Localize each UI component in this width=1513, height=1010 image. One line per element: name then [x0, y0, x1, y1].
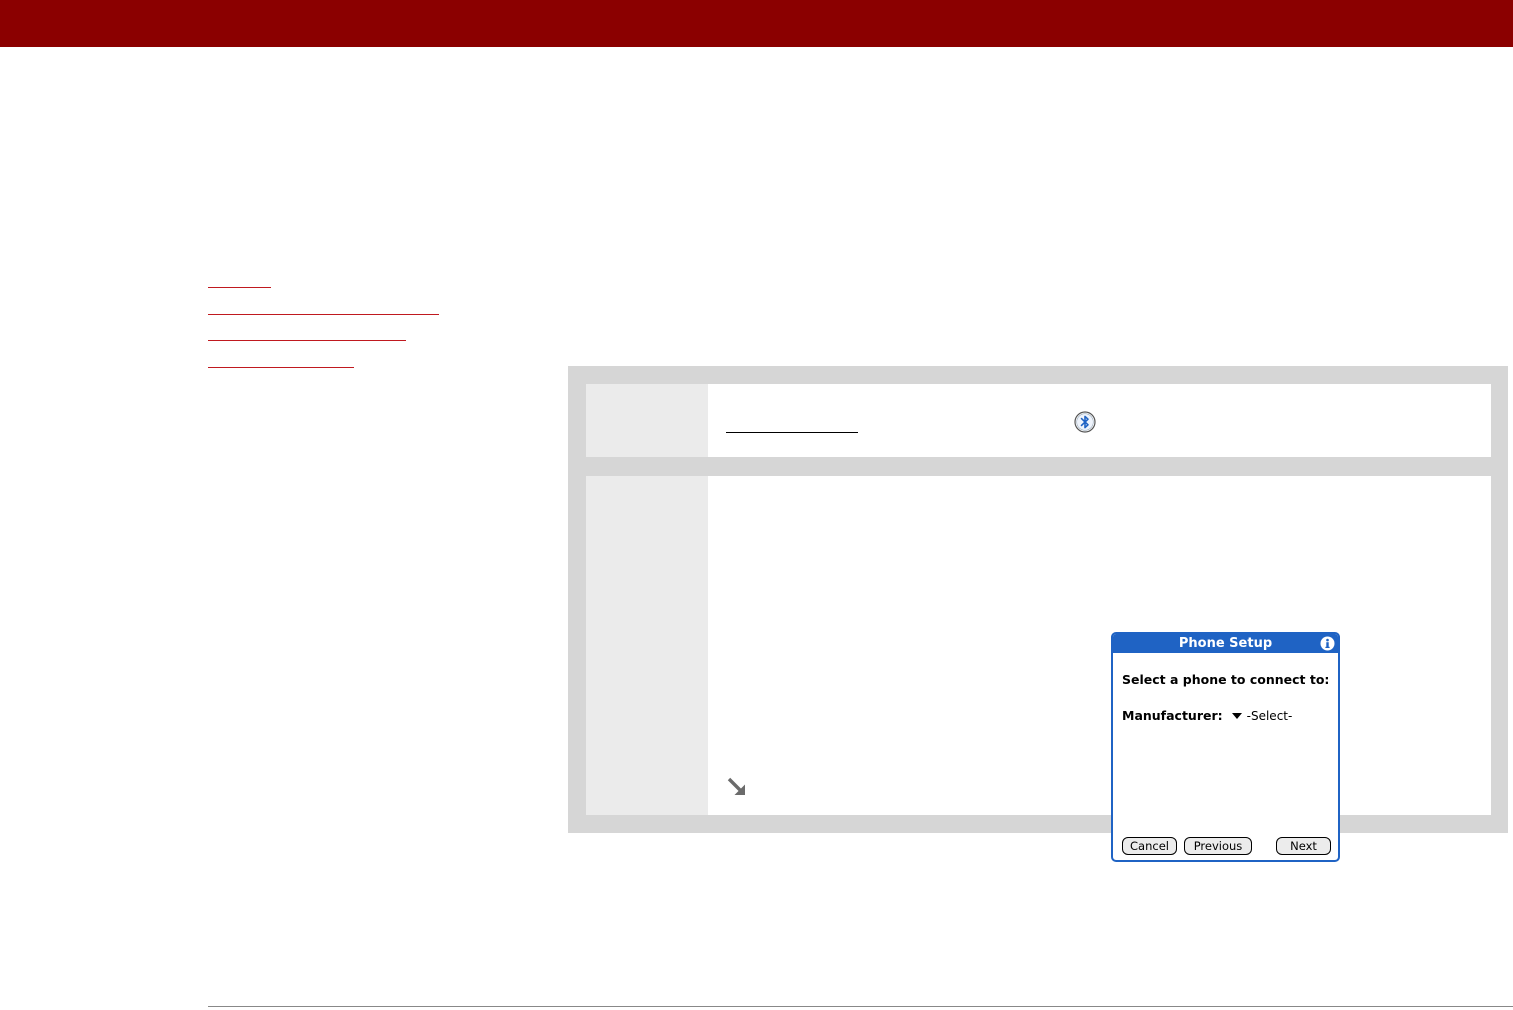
- sidebar-link-4[interactable]: [208, 352, 354, 368]
- phone-setup-title: Phone Setup: [1178, 636, 1273, 651]
- info-icon[interactable]: [1320, 636, 1335, 651]
- manufacturer-select[interactable]: -Select-: [1247, 709, 1293, 723]
- triangle-down-icon[interactable]: [1231, 712, 1242, 719]
- phone-setup-title-bar: Phone Setup: [1113, 634, 1338, 653]
- header-bar: [0, 0, 1513, 47]
- next-button[interactable]: Next: [1276, 837, 1331, 855]
- step-1: [586, 384, 1491, 457]
- sidebar-links: [208, 272, 439, 378]
- steps-panel: Phone Setup Select a phone to connect to…: [568, 366, 1508, 862]
- phone-setup-prompt: Select a phone to connect to:: [1122, 672, 1330, 687]
- sidebar-link-1[interactable]: [208, 272, 271, 288]
- step-2-number-cell: [586, 476, 708, 815]
- step-1-link[interactable]: [726, 432, 858, 433]
- footer-divider: [208, 1006, 1513, 1007]
- sidebar-link-2[interactable]: [208, 299, 439, 315]
- step-2: Phone Setup Select a phone to connect to…: [586, 476, 1491, 862]
- step-1-number-cell: [586, 384, 708, 457]
- phone-setup-screen: Phone Setup Select a phone to connect to…: [1111, 632, 1340, 862]
- arrow-down-right-icon: [727, 777, 745, 795]
- manufacturer-label: Manufacturer:: [1122, 708, 1223, 723]
- bluetooth-icon[interactable]: [1074, 411, 1096, 433]
- sidebar-link-3[interactable]: [208, 325, 406, 342]
- previous-button[interactable]: Previous: [1184, 837, 1252, 855]
- cancel-button[interactable]: Cancel: [1122, 837, 1177, 855]
- manufacturer-field: Manufacturer: -Select-: [1122, 708, 1292, 723]
